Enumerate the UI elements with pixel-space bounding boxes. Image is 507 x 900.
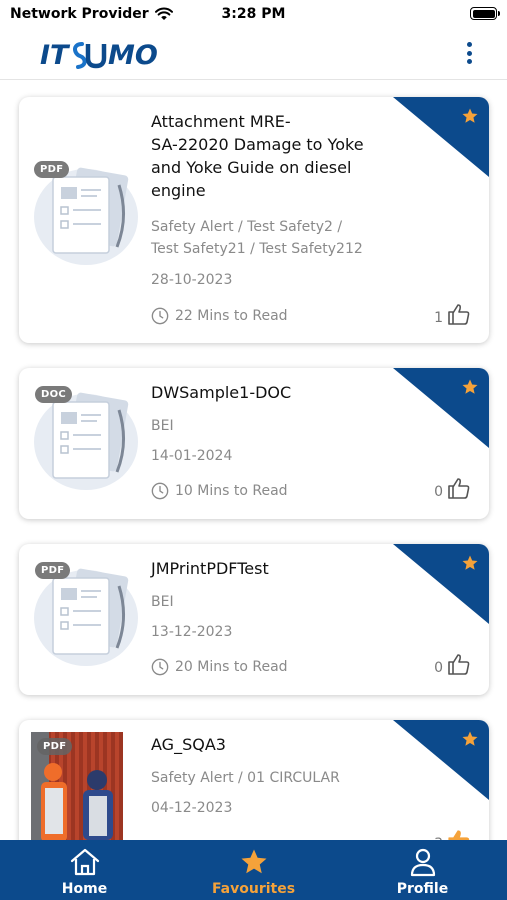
status-bar: Network Provider 3:28 PM [0,0,507,28]
home-icon [70,848,99,876]
nav-home[interactable]: Home [0,840,169,900]
thumbs-up-icon [448,478,470,499]
star-icon[interactable] [461,107,479,125]
file-type-badge: DOC [35,386,73,403]
read-time-text: 22 Mins to Read [175,308,288,324]
wifi-icon [154,7,173,20]
like-count: 0 [434,484,443,500]
nav-favourites-label: Favourites [211,881,296,897]
nav-profile[interactable]: Profile [338,840,507,900]
favourites-list: PDF Attachment MRE- SA-22020 Damage to Y… [0,80,507,840]
battery-full-icon [470,7,500,20]
document-thumbnail: PDF [31,157,141,277]
card-category-line: Safety Alert / Test Safety2 / [151,219,343,235]
bottom-nav: Home Favourites Profile [0,840,507,900]
card-category: Safety Alert / Test Safety2 / Test Safet… [151,216,401,260]
card-date: 14-01-2024 [151,448,233,464]
card-date: 28-10-2023 [151,272,233,288]
card-date: 04-12-2023 [151,800,233,816]
read-time: 20 Mins to Read [151,658,288,676]
like-button[interactable]: 3 [434,828,471,840]
document-card[interactable]: DOC DWSample1-DOC BEI 14-01-2024 10 Mins… [19,368,489,519]
card-category: BEI [151,418,174,434]
card-title-line: SA-22020 Damage to Yoke [151,135,364,154]
like-count: 1 [434,310,443,326]
file-type-badge: PDF [37,738,73,755]
star-icon[interactable] [461,554,479,572]
file-type-badge: PDF [34,161,70,178]
read-time-text: 10 Mins to Read [175,483,288,499]
document-card[interactable]: PDF JMPrintPDFTest BEI 13-12-2023 20 Min… [19,544,489,695]
like-count: 0 [434,660,443,676]
user-icon [410,848,435,877]
card-title: DWSample1-DOC [151,383,292,402]
document-card[interactable]: PDF Attachment MRE- SA-22020 Damage to Y… [19,97,489,343]
svg-text:IT: IT [40,40,71,70]
thumbs-up-icon [448,304,470,325]
svg-text:MO: MO [108,40,158,70]
like-button[interactable]: 1 [434,302,471,326]
file-type-badge: PDF [35,562,71,579]
star-icon [241,849,266,874]
card-title: JMPrintPDFTest [151,559,269,578]
star-icon[interactable] [461,378,479,396]
document-thumbnail: DOC [31,382,141,502]
clock-icon [151,658,169,676]
app-header: IT MO [0,28,507,80]
status-left: Network Provider [10,6,190,22]
document-card[interactable]: PDF AG_SQA3 Safety Alert / 01 CIRCULAR 0… [19,720,489,840]
card-title-line: engine [151,181,206,200]
read-time: 10 Mins to Read [151,482,288,500]
card-category: Safety Alert / 01 CIRCULAR [151,770,340,786]
nav-favourites[interactable]: Favourites [169,840,338,900]
document-thumbnail: PDF [31,558,141,678]
card-title-line: and Yoke Guide on diesel [151,158,352,177]
read-time-text: 20 Mins to Read [175,659,288,675]
clock-icon [151,482,169,500]
document-photo: PDF [31,732,123,840]
card-title: AG_SQA3 [151,735,226,754]
card-date: 13-12-2023 [151,624,233,640]
card-category: BEI [151,594,174,610]
thumbs-up-icon [448,654,470,675]
like-button[interactable]: 0 [434,476,471,500]
card-title-line: Attachment MRE- [151,112,291,131]
carrier-name: Network Provider [10,6,149,22]
like-button[interactable]: 0 [434,652,471,676]
nav-home-label: Home [61,881,108,897]
thumbs-up-filled-icon [448,830,470,840]
read-time: 22 Mins to Read [151,307,288,325]
nav-profile-label: Profile [396,881,449,897]
itsumo-logo: IT MO [40,40,158,70]
card-category-line: Test Safety21 / Test Safety212 [151,241,363,257]
clock-icon [151,307,169,325]
more-vertical-icon[interactable] [461,40,477,66]
star-icon[interactable] [461,730,479,748]
card-title: Attachment MRE- SA-22020 Damage to Yoke … [151,110,391,202]
